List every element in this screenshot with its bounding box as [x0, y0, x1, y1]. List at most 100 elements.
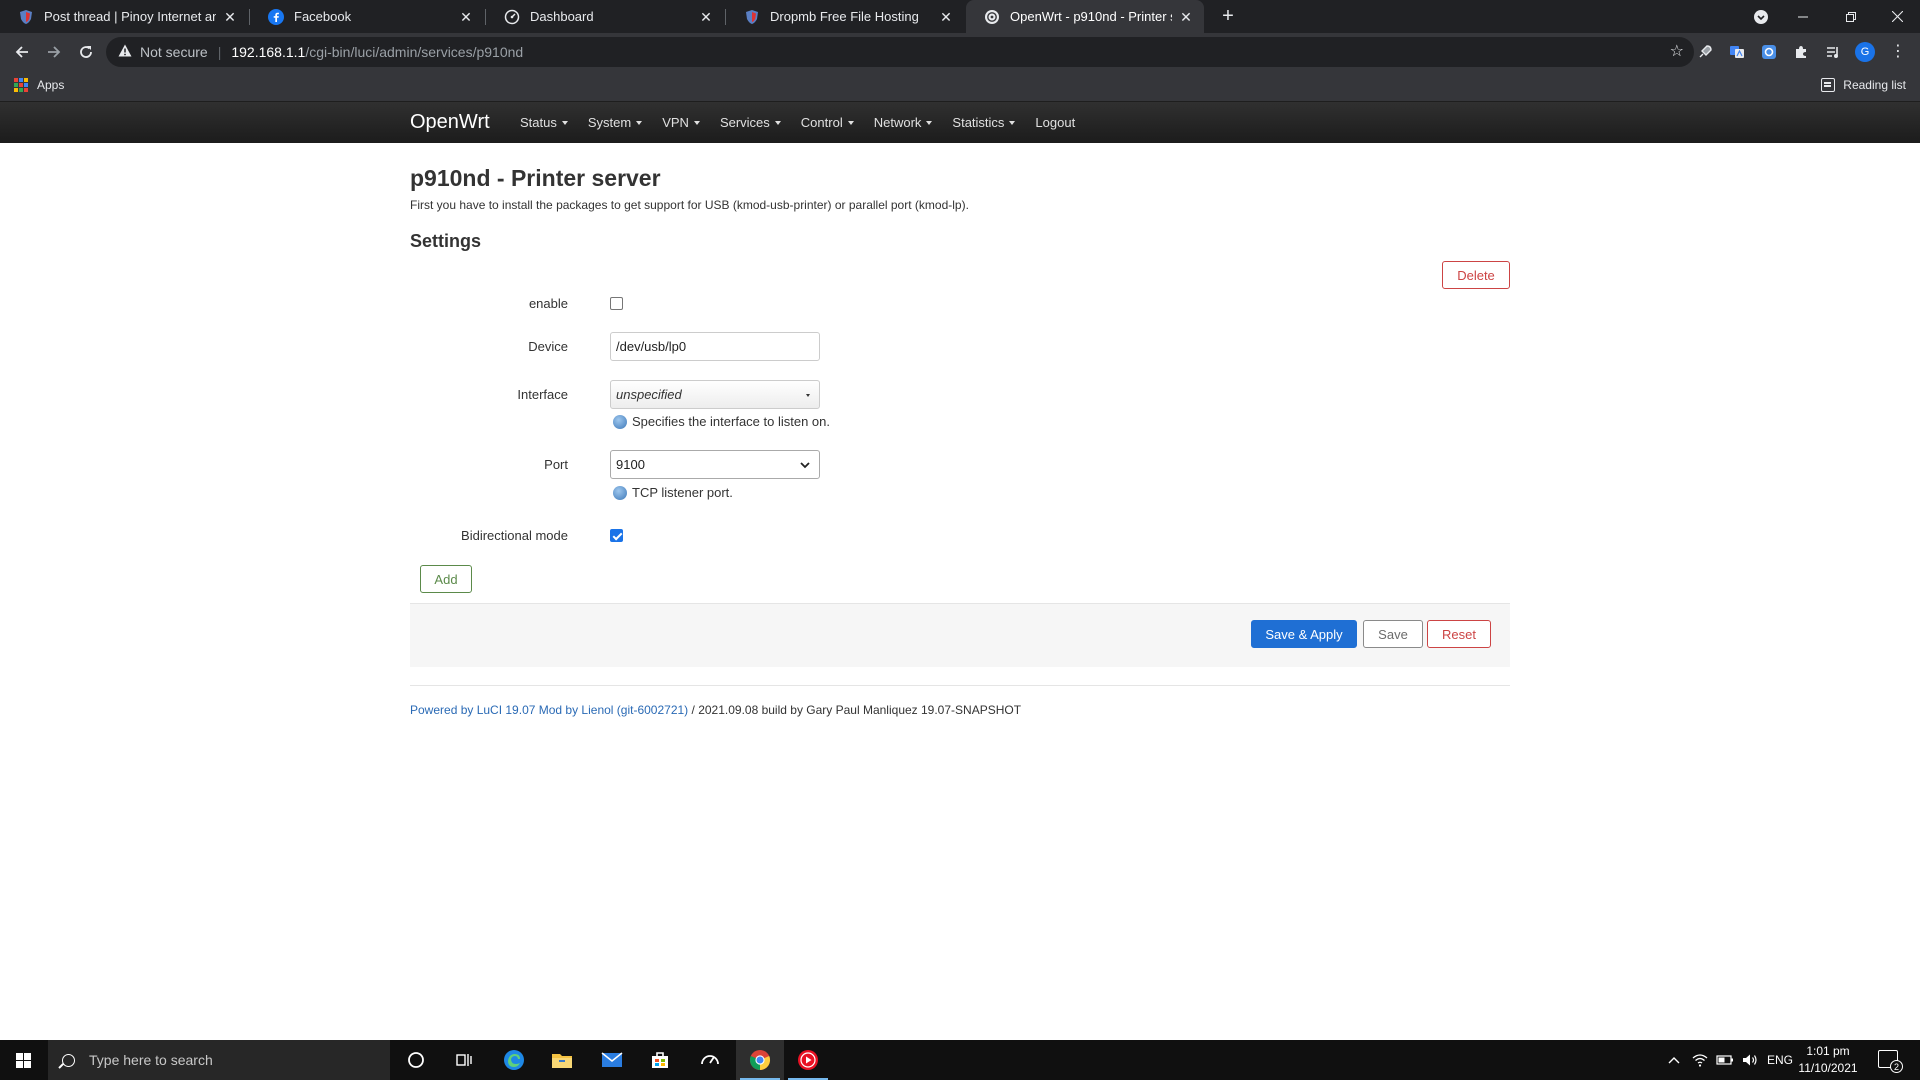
network-status[interactable] — [1692, 1040, 1708, 1080]
profile-avatar[interactable]: G — [1855, 42, 1875, 62]
menu-label: Statistics — [952, 115, 1005, 130]
close-icon[interactable]: ✕ — [458, 9, 474, 25]
start-button[interactable] — [0, 1040, 46, 1080]
forward-button[interactable] — [40, 38, 68, 66]
task-view-button[interactable] — [440, 1040, 488, 1080]
device-label: Device — [528, 339, 568, 354]
caret-down-icon — [1009, 120, 1016, 125]
extension-translate-icon[interactable] — [1727, 42, 1747, 62]
menu-label: Services — [719, 115, 770, 130]
system-clock[interactable]: 1:01 pm 11/10/2021 — [1796, 1043, 1860, 1077]
clock-date: 11/10/2021 — [1798, 1061, 1858, 1075]
save-button[interactable]: Save — [1363, 620, 1423, 648]
taskbar-mail[interactable] — [588, 1040, 636, 1080]
restore-button[interactable] — [1828, 0, 1874, 33]
cortana-button[interactable] — [392, 1040, 440, 1080]
minimize-button[interactable] — [1780, 0, 1826, 33]
search-icon — [62, 1053, 75, 1067]
tab-dropmb[interactable]: Dropmb Free File Hosting ✕ — [726, 0, 964, 33]
port-hint-text: TCP listener port. — [632, 485, 733, 500]
add-button[interactable]: Add — [420, 565, 472, 593]
port-hint: TCP listener port. — [613, 485, 733, 500]
delete-button[interactable]: Delete — [1442, 261, 1510, 289]
mail-icon — [601, 1052, 623, 1067]
tab-facebook[interactable]: Facebook ✕ — [250, 0, 484, 33]
media-player-icon — [798, 1050, 818, 1070]
warning-triangle-icon[interactable] — [118, 44, 132, 60]
tab-dashboard[interactable]: Dashboard ✕ — [486, 0, 724, 33]
address-bar[interactable]: Not secure | 192.168.1.1 /cgi-bin/luci/a… — [106, 37, 1694, 67]
taskbar-speedometer-app[interactable] — [686, 1040, 734, 1080]
cortana-circle-icon — [408, 1052, 424, 1068]
shield-logo-icon — [744, 9, 760, 25]
tab-search-button[interactable] — [1738, 0, 1784, 33]
close-icon — [1891, 11, 1903, 22]
save-apply-button[interactable]: Save & Apply — [1251, 620, 1357, 648]
reload-button[interactable] — [72, 38, 100, 66]
taskbar-edge[interactable] — [490, 1040, 538, 1080]
input-language[interactable]: ENG — [1767, 1040, 1793, 1080]
taskbar-search[interactable]: Type here to search — [48, 1040, 390, 1080]
speaker-icon — [1743, 1054, 1757, 1066]
action-center-button[interactable]: 2 — [1878, 1050, 1903, 1073]
openwrt-brand[interactable]: OpenWrt — [410, 111, 490, 134]
interface-hint-text: Specifies the interface to listen on. — [632, 414, 831, 429]
menu-network[interactable]: Network — [874, 115, 933, 130]
tab-pinoy-internet[interactable]: Post thread | Pinoy Internet and ✕ — [0, 0, 248, 33]
close-icon[interactable]: ✕ — [1178, 9, 1194, 25]
bookmark-star-icon[interactable]: ☆ — [1670, 43, 1684, 61]
interface-dropdown[interactable]: unspecified — [610, 380, 820, 409]
taskbar-file-explorer[interactable] — [538, 1040, 586, 1080]
bidirectional-mode-checkbox[interactable] — [610, 529, 623, 542]
close-icon[interactable]: ✕ — [222, 9, 238, 25]
interface-hint: Specifies the interface to listen on. — [613, 414, 830, 429]
chrome-browser-icon — [749, 1050, 771, 1070]
back-button[interactable] — [8, 38, 36, 66]
volume-control[interactable] — [1742, 1040, 1758, 1080]
main-menu: Status System VPN Services Control Netwo… — [520, 115, 1095, 130]
menu-services[interactable]: Services — [720, 115, 781, 130]
tab-title: Facebook — [294, 9, 352, 24]
apps-shortcut[interactable]: Apps — [14, 78, 64, 92]
menu-system[interactable]: System — [587, 115, 643, 130]
show-hidden-icons-button[interactable] — [1668, 1040, 1680, 1080]
reset-button[interactable]: Reset — [1427, 620, 1491, 648]
facebook-icon — [268, 8, 284, 25]
security-status[interactable]: Not secure — [140, 44, 208, 60]
new-tab-button[interactable]: + — [1216, 5, 1240, 29]
port-select[interactable]: 9100 — [610, 450, 820, 479]
taskbar-store[interactable] — [636, 1040, 684, 1080]
menu-label: System — [587, 115, 632, 130]
caret-down-icon — [561, 120, 568, 125]
menu-control[interactable]: Control — [801, 115, 854, 130]
wifi-icon — [1692, 1054, 1708, 1067]
taskbar-media-player[interactable] — [784, 1040, 832, 1080]
enable-checkbox[interactable] — [610, 297, 623, 310]
menu-logout[interactable]: Logout — [1035, 115, 1075, 130]
browser-menu-icon[interactable]: ⋮ — [1888, 42, 1908, 62]
menu-vpn[interactable]: VPN — [662, 115, 700, 130]
edge-browser-icon — [504, 1050, 524, 1070]
menu-statistics[interactable]: Statistics — [952, 115, 1016, 130]
arrow-left-icon — [15, 46, 28, 58]
tab-openwrt-p910nd[interactable]: OpenWrt - p910nd - Printer serv ✕ — [966, 0, 1204, 33]
menu-label: Logout — [1035, 115, 1076, 130]
tab-title: Dropmb Free File Hosting — [770, 9, 919, 24]
battery-status[interactable] — [1716, 1040, 1734, 1080]
chevron-up-icon — [1668, 1057, 1680, 1064]
footer-divider — [410, 685, 1510, 686]
taskbar-chrome[interactable] — [736, 1040, 784, 1080]
close-icon[interactable]: ✕ — [698, 9, 714, 25]
media-control-icon[interactable] — [1823, 42, 1843, 62]
port-selected-value: 9100 — [616, 457, 645, 472]
extension-rocket-icon[interactable] — [1695, 42, 1715, 62]
extensions-puzzle-icon[interactable] — [1791, 42, 1811, 62]
menu-status[interactable]: Status — [520, 115, 568, 130]
close-window-button[interactable] — [1874, 0, 1920, 33]
openwrt-header: OpenWrt Status System VPN Services Contr… — [0, 102, 1920, 143]
close-icon[interactable]: ✕ — [938, 9, 954, 25]
extension-screenshot-icon[interactable] — [1759, 42, 1779, 62]
luci-link[interactable]: Powered by LuCI 19.07 Mod by Lienol (git… — [410, 703, 688, 717]
reading-list-button[interactable]: Reading list — [1821, 78, 1906, 92]
device-input[interactable] — [610, 332, 820, 361]
